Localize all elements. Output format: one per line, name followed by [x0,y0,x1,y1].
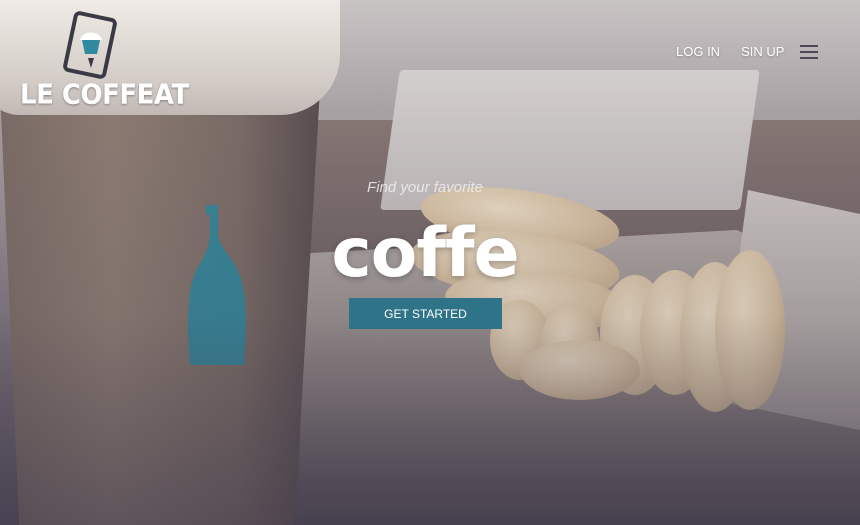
login-link[interactable]: LOG IN [676,44,720,59]
cupcake-phone-icon [63,11,117,79]
brand-name: LE COFFEAT [20,79,189,111]
get-started-button[interactable]: GET STARTED [349,298,502,329]
brand-logo[interactable]: LE COFFEAT [20,10,189,111]
top-nav: LOG IN SIN UP [676,44,805,59]
hero-tagline-text: Find your favorite [367,179,483,196]
signup-link[interactable]: SIN UP [741,44,784,59]
hero-tagline: Find your favorite [0,179,860,196]
hamburger-menu-icon[interactable] [800,45,818,59]
hero-headline: coffe [331,214,519,293]
